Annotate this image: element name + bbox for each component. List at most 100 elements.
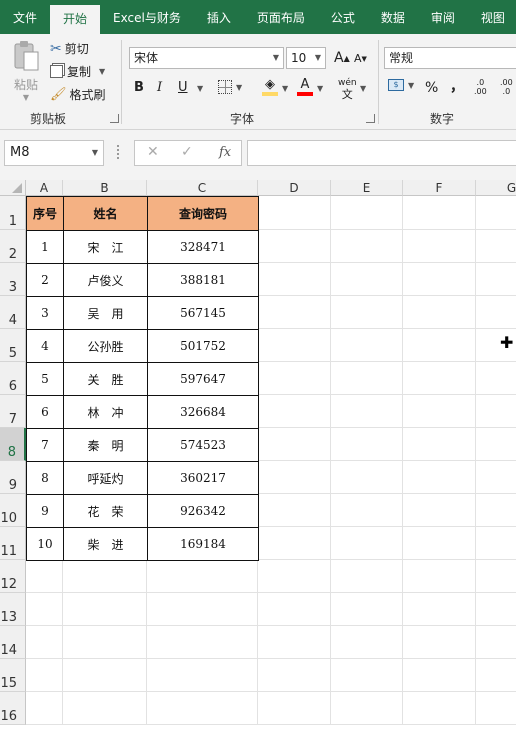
grid-cell[interactable] [331,428,403,461]
tab-excel-finance[interactable]: Excel与财务 [100,0,194,34]
table-cell[interactable]: 宋 江 [63,230,148,264]
phonetic-button[interactable]: wén 文 [338,78,357,100]
grid-cell[interactable] [403,692,476,725]
grid-cell[interactable] [476,494,516,527]
table-cell[interactable]: 326684 [147,395,259,429]
enter-icon[interactable]: ✓ [181,144,193,160]
row-header[interactable]: 14 [0,626,26,659]
grid-cell[interactable] [476,263,516,296]
grid-cell[interactable] [403,428,476,461]
table-cell[interactable]: 柴 进 [63,527,148,561]
table-cell[interactable]: 呼延灼 [63,461,148,495]
percent-button[interactable]: % [425,80,438,96]
underline-dropdown-icon[interactable]: ▼ [197,84,203,93]
grid-cell[interactable] [147,659,258,692]
increase-decimal-button[interactable]: .0 .00 [474,78,487,96]
grid-cell[interactable] [258,395,331,428]
bold-button[interactable]: B [134,80,144,95]
grid-cell[interactable] [331,296,403,329]
grid-cell[interactable] [26,659,63,692]
grid-cell[interactable] [147,560,258,593]
table-cell[interactable]: 360217 [147,461,259,495]
row-header[interactable]: 16 [0,692,26,725]
row-header[interactable]: 15 [0,659,26,692]
comma-style-button[interactable]: ， [450,76,464,96]
accounting-format-button[interactable]: $ ▼ [388,79,414,91]
tab-page-layout[interactable]: 页面布局 [244,0,318,34]
grid-cell[interactable] [258,461,331,494]
grid-cell[interactable] [63,593,147,626]
column-header-g[interactable]: G [476,180,516,196]
grid-cell[interactable] [258,527,331,560]
grid-cell[interactable] [403,560,476,593]
row-header[interactable]: 5 [0,329,26,362]
grid-cell[interactable] [403,593,476,626]
row-header[interactable]: 7 [0,395,26,428]
column-header-f[interactable]: F [403,180,476,196]
table-cell[interactable]: 10 [26,527,64,561]
grid-cell[interactable] [476,196,516,230]
tab-formulas[interactable]: 公式 [318,0,368,34]
italic-button[interactable]: I [157,80,162,95]
row-header[interactable]: 9 [0,461,26,494]
table-cell[interactable]: 9 [26,494,64,528]
underline-button[interactable]: U [178,80,188,95]
format-painter-button[interactable]: 🖌 格式刷 [50,86,106,103]
table-cell[interactable]: 关 胜 [63,362,148,396]
insert-function-icon[interactable]: fx [219,145,231,160]
number-format-select[interactable]: 常规 [384,47,516,69]
grid-cell[interactable] [331,527,403,560]
phonetic-dropdown-icon[interactable]: ▼ [360,84,366,93]
font-size-select[interactable]: 10 ▼ [286,47,326,69]
tab-file[interactable]: 文件 [0,0,50,34]
tab-data[interactable]: 数据 [368,0,418,34]
row-header[interactable]: 11 [0,527,26,560]
row-header[interactable]: 8 [0,428,26,461]
grid-cell[interactable] [258,692,331,725]
row-header[interactable]: 12 [0,560,26,593]
table-cell[interactable]: 4 [26,329,64,363]
grid-cell[interactable] [63,659,147,692]
table-cell[interactable]: 567145 [147,296,259,330]
tab-insert[interactable]: 插入 [194,0,244,34]
grid-cell[interactable] [258,428,331,461]
row-header[interactable]: 2 [0,230,26,263]
table-cell[interactable]: 501752 [147,329,259,363]
grid-cell[interactable] [258,230,331,263]
grid-cell[interactable] [331,593,403,626]
grid-cell[interactable] [476,428,516,461]
table-cell[interactable]: 花 荣 [63,494,148,528]
table-cell[interactable]: 林 冲 [63,395,148,429]
grid-cell[interactable] [63,626,147,659]
grid-cell[interactable] [403,329,476,362]
formula-input[interactable] [247,140,516,166]
row-header[interactable]: 1 [0,196,26,230]
grid-cell[interactable] [26,626,63,659]
border-button[interactable]: ▼ [218,80,242,94]
grid-cell[interactable] [258,494,331,527]
table-cell[interactable]: 574523 [147,428,259,462]
font-launcher-icon[interactable] [366,114,375,123]
grid-cell[interactable] [403,461,476,494]
copy-button[interactable]: 复制 ▼ [50,63,105,80]
table-cell[interactable]: 388181 [147,263,259,297]
grid-cell[interactable] [476,626,516,659]
column-header-a[interactable]: A [26,180,63,196]
tab-view[interactable]: 视图 [468,0,516,34]
grid-cell[interactable] [331,329,403,362]
grid-cell[interactable] [476,560,516,593]
grid-cell[interactable] [26,560,63,593]
grid-cell[interactable] [476,395,516,428]
grid-cell[interactable] [476,527,516,560]
grid-cell[interactable] [147,626,258,659]
grid-cell[interactable] [258,329,331,362]
grid-cell[interactable] [403,395,476,428]
grid-cell[interactable] [63,692,147,725]
row-header[interactable]: 13 [0,593,26,626]
row-header[interactable]: 6 [0,362,26,395]
table-cell[interactable]: 328471 [147,230,259,264]
grid-cell[interactable] [403,659,476,692]
table-cell[interactable]: 7 [26,428,64,462]
fill-color-button[interactable]: ◈ [262,78,278,96]
grid-cell[interactable] [476,362,516,395]
